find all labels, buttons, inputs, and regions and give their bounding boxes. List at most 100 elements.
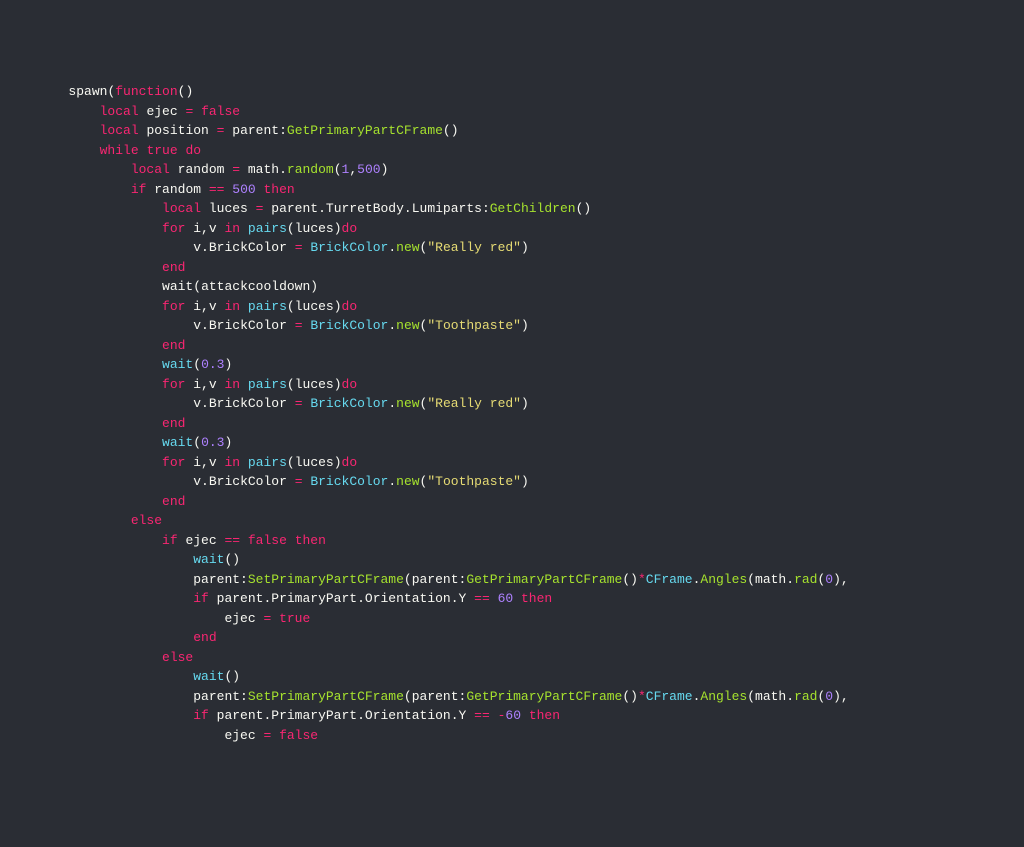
token-op: == (209, 182, 225, 197)
token-method: random (287, 162, 334, 177)
code-line[interactable]: for i,v in pairs(luces)do (0, 297, 1024, 317)
token-punc: ) (310, 279, 318, 294)
token-var: ejec (178, 533, 225, 548)
code-line[interactable]: for i,v in pairs(luces)do (0, 219, 1024, 239)
token-punc: () (622, 689, 638, 704)
token-method: GetPrimaryPartCFrame (466, 572, 622, 587)
code-editor[interactable]: spawn(function() local ejec = false loca… (0, 82, 1024, 745)
token-var: BrickColor (209, 396, 295, 411)
token-punc: ) (334, 299, 342, 314)
token-kw-red: do (185, 143, 201, 158)
code-line[interactable]: wait(0.3) (0, 355, 1024, 375)
token-var: math (755, 689, 786, 704)
code-line[interactable]: if random == 500 then (0, 180, 1024, 200)
code-line[interactable]: wait() (0, 550, 1024, 570)
code-line[interactable]: else (0, 648, 1024, 668)
token-var: Orientation (365, 591, 451, 606)
token-var: luces (295, 377, 334, 392)
token-var: parent (412, 572, 459, 587)
token-var: parent (224, 123, 279, 138)
token-punc: : (459, 689, 467, 704)
token-var: luces (295, 221, 334, 236)
code-line[interactable]: wait(0.3) (0, 433, 1024, 453)
code-line[interactable]: ejec = false (0, 726, 1024, 746)
token-punc (271, 611, 279, 626)
token-punc: . (388, 474, 396, 489)
code-line[interactable]: v.BrickColor = BrickColor.new("Toothpast… (0, 472, 1024, 492)
token-var: math (240, 162, 279, 177)
code-line[interactable]: v.BrickColor = BrickColor.new("Toothpast… (0, 316, 1024, 336)
code-line[interactable]: local position = parent:GetPrimaryPartCF… (0, 121, 1024, 141)
code-line[interactable]: local random = math.random(1,500) (0, 160, 1024, 180)
token-punc: . (318, 201, 326, 216)
token-punc: ( (404, 689, 412, 704)
code-line[interactable]: local luces = parent.TurretBody.Lumipart… (0, 199, 1024, 219)
code-line[interactable]: if parent.PrimaryPart.Orientation.Y == -… (0, 706, 1024, 726)
code-line[interactable]: wait(attackcooldown) (0, 277, 1024, 297)
code-line[interactable]: while true do (0, 141, 1024, 161)
token-var: ejec (224, 611, 263, 626)
token-punc: () (622, 572, 638, 587)
code-line[interactable]: parent:SetPrimaryPartCFrame(parent:GetPr… (0, 570, 1024, 590)
code-line[interactable]: if ejec == false then (0, 531, 1024, 551)
token-punc: ( (193, 357, 201, 372)
token-punc: . (201, 474, 209, 489)
code-line[interactable]: for i,v in pairs(luces)do (0, 453, 1024, 473)
token-kw-red: do (342, 221, 358, 236)
code-line[interactable]: end (0, 492, 1024, 512)
token-method: Angles (700, 689, 747, 704)
token-op: * (638, 689, 646, 704)
token-type: BrickColor (310, 240, 388, 255)
code-line[interactable]: for i,v in pairs(luces)do (0, 375, 1024, 395)
token-punc: ( (747, 689, 755, 704)
token-num: 0 (825, 689, 833, 704)
code-line[interactable]: ejec = true (0, 609, 1024, 629)
token-punc: . (786, 689, 794, 704)
code-line[interactable]: v.BrickColor = BrickColor.new("Really re… (0, 238, 1024, 258)
token-method: GetPrimaryPartCFrame (287, 123, 443, 138)
token-method: GetPrimaryPartCFrame (466, 689, 622, 704)
token-kw-red: end (162, 260, 185, 275)
token-var: parent (209, 708, 264, 723)
token-num: 500 (232, 182, 255, 197)
token-punc: () (224, 669, 240, 684)
code-line[interactable]: local ejec = false (0, 102, 1024, 122)
token-kw-red: for (162, 299, 185, 314)
token-punc (193, 104, 201, 119)
token-punc: , (201, 377, 209, 392)
code-line[interactable]: wait() (0, 667, 1024, 687)
token-kw-red: if (193, 591, 209, 606)
token-num: 0 (825, 572, 833, 587)
token-kw-red: end (162, 494, 185, 509)
token-fn: pairs (248, 221, 287, 236)
token-punc: ( (817, 689, 825, 704)
token-type: BrickColor (310, 396, 388, 411)
code-line[interactable]: end (0, 336, 1024, 356)
token-op: == (474, 708, 490, 723)
token-fn: wait (193, 552, 224, 567)
code-line[interactable]: if parent.PrimaryPart.Orientation.Y == 6… (0, 589, 1024, 609)
token-op: = (232, 162, 240, 177)
token-punc: ), (833, 572, 849, 587)
token-kw-red: if (162, 533, 178, 548)
code-line[interactable]: end (0, 414, 1024, 434)
token-punc: . (263, 708, 271, 723)
token-var: v (209, 221, 225, 236)
token-kw-red: local (100, 123, 139, 138)
token-punc: . (388, 396, 396, 411)
token-var: TurretBody (326, 201, 404, 216)
code-line[interactable]: parent:SetPrimaryPartCFrame(parent:GetPr… (0, 687, 1024, 707)
token-op: == (474, 591, 490, 606)
token-var: v (193, 474, 201, 489)
token-kw-red: then (521, 591, 552, 606)
code-line[interactable]: spawn(function() (0, 82, 1024, 102)
token-punc: . (201, 396, 209, 411)
code-line[interactable]: end (0, 258, 1024, 278)
token-kw-red: else (131, 513, 162, 528)
code-line[interactable]: end (0, 628, 1024, 648)
code-line[interactable]: v.BrickColor = BrickColor.new("Really re… (0, 394, 1024, 414)
token-method: rad (794, 689, 817, 704)
token-kw-red: for (162, 455, 185, 470)
code-line[interactable]: else (0, 511, 1024, 531)
token-var: parent (193, 689, 240, 704)
